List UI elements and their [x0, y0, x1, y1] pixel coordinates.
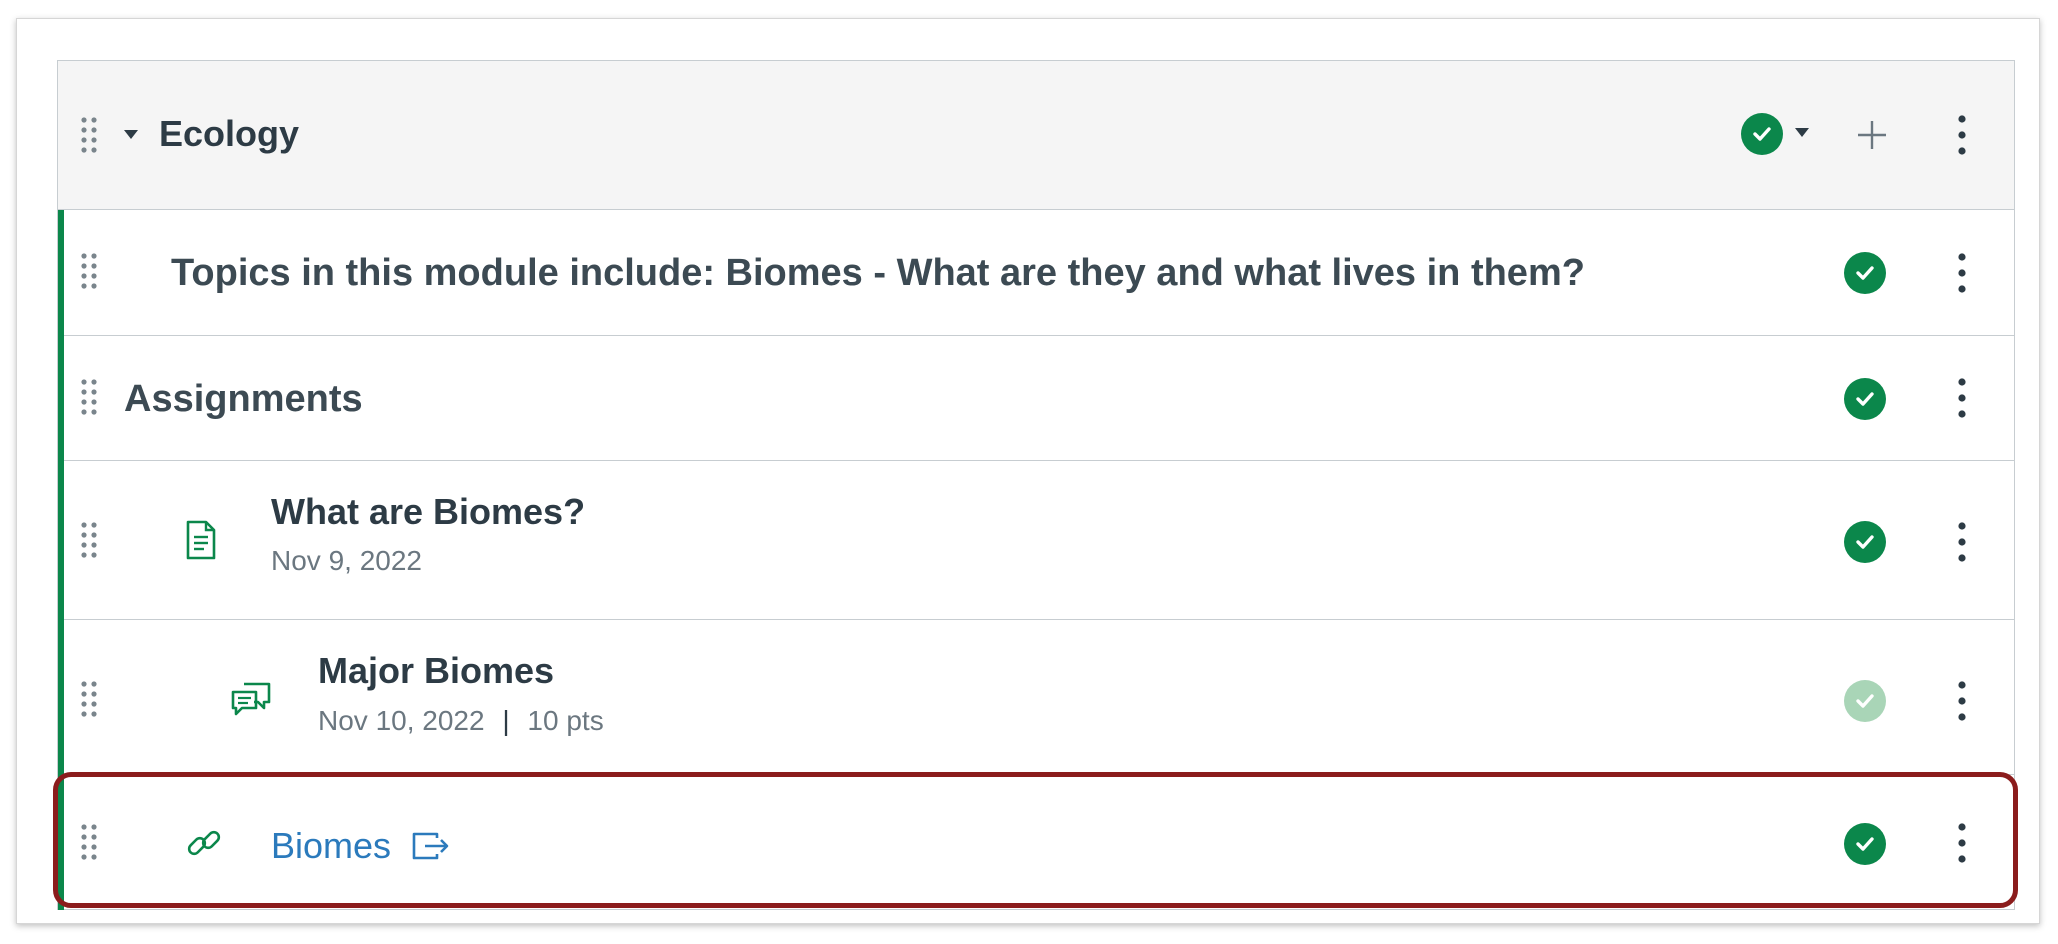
publish-status-icon[interactable] [1741, 113, 1783, 155]
highlight-box [53, 772, 2018, 908]
item-options-kebab-icon[interactable] [1952, 520, 1972, 564]
item-options-kebab-icon[interactable] [1952, 679, 1972, 723]
drag-handle-icon[interactable] [80, 521, 98, 561]
drag-handle-icon[interactable] [80, 378, 98, 418]
item-options-kebab-icon[interactable] [1952, 251, 1972, 295]
drag-handle-icon[interactable] [80, 116, 98, 156]
item-meta: Nov 10, 2022 | 10 pts [318, 705, 604, 737]
module-item-page[interactable]: What are Biomes? Nov 9, 2022 [64, 461, 2014, 620]
plus-icon[interactable] [1855, 118, 1889, 152]
item-title[interactable]: What are Biomes? [271, 491, 585, 533]
module-item-text-header[interactable]: Assignments [64, 336, 2014, 461]
document-icon [185, 520, 217, 560]
module-item-text-header[interactable]: Topics in this module include: Biomes - … [64, 210, 2014, 336]
item-options-kebab-icon[interactable] [1952, 376, 1972, 420]
publish-status-icon[interactable] [1844, 521, 1886, 563]
drag-handle-icon[interactable] [80, 680, 98, 720]
module-title: Ecology [159, 113, 300, 154]
item-title: Topics in this module include: Biomes - … [171, 252, 1585, 294]
meta-separator: | [502, 705, 510, 736]
item-title[interactable]: Major Biomes [318, 650, 554, 692]
unpublished-status-icon[interactable] [1844, 680, 1886, 722]
module-item-discussion[interactable]: Major Biomes Nov 10, 2022 | 10 pts [64, 620, 2014, 775]
item-points: 10 pts [527, 705, 604, 736]
item-due-date: Nov 10, 2022 [318, 705, 485, 736]
publish-menu-caret-icon[interactable] [1793, 125, 1811, 139]
caret-down-icon[interactable] [122, 127, 140, 141]
item-title: Assignments [124, 378, 363, 420]
publish-status-icon[interactable] [1844, 378, 1886, 420]
module-header[interactable]: Ecology [58, 61, 2014, 210]
discussion-icon [230, 680, 272, 718]
drag-handle-icon[interactable] [80, 252, 98, 292]
publish-status-icon[interactable] [1844, 252, 1886, 294]
module-options-kebab-icon[interactable] [1952, 113, 1972, 157]
item-due-date: Nov 9, 2022 [271, 545, 422, 576]
